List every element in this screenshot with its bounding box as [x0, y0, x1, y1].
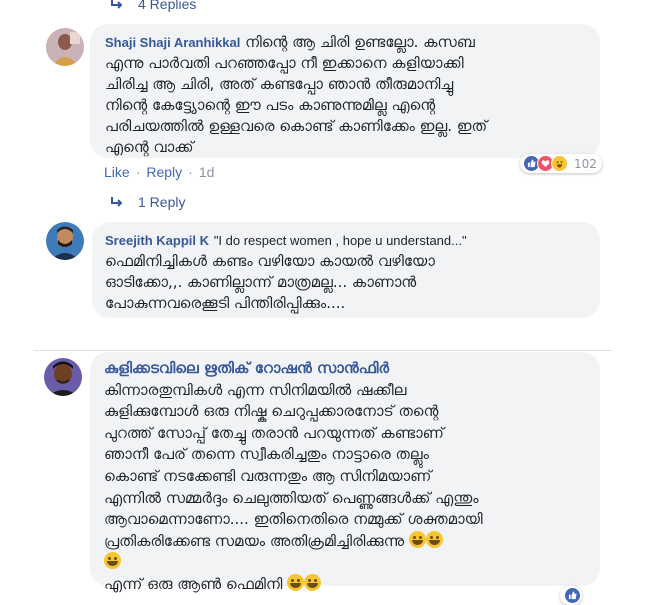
comment-line: പ്രതികരിക്കേണ്ട സമയം അതിക്രമിച്ചിരിക്കുന… [104, 531, 405, 550]
separator: · [188, 164, 193, 180]
comment-line: ചിരിച്ച ആ ചിരി, അത് കണ്ടപ്പോ ഞാൻ തീരുമാന… [105, 75, 454, 93]
comment-line: കിന്നാരതുമ്പികൾ എന്ന സിനിമയിൽ ഷക്കീല [104, 380, 407, 399]
comment-body: Shaji Shaji Aranhikkal നിന്റെ ആ ചിരി ഉണ്… [105, 32, 600, 158]
haha-reaction-icon [551, 155, 568, 172]
comment-timestamp[interactable]: 1d [199, 164, 215, 180]
replies-count-label: 4 Replies [138, 0, 197, 12]
divider [34, 350, 612, 351]
avatar[interactable] [44, 358, 82, 396]
replies-count-label: 1 Reply [138, 194, 186, 210]
comment-line: കുളിക്കുമ്പോൾ ഒരു നിഷ്കു ചെറുപ്പക്കാരനോട… [104, 402, 439, 421]
laughing-emoji-icon [287, 573, 305, 591]
comment-line: പോകുന്നവരെക്കൂടി പിന്തിരിപ്പിക്കും.... [105, 294, 346, 312]
view-replies-link[interactable]: 4 Replies [110, 0, 196, 12]
reaction-count: 102 [574, 156, 597, 171]
comment-author[interactable]: Shaji Shaji Aranhikkal [105, 35, 240, 50]
laughing-emoji-icon [425, 530, 443, 548]
reply-arrow-icon [111, 0, 123, 9]
like-link[interactable]: Like [104, 164, 130, 180]
reply-arrow-icon [111, 197, 123, 207]
avatar[interactable] [46, 222, 84, 260]
comment-line: നിന്റെ കേട്ട്യോന്റെ ഈ പടം കാണുന്നുമില്ല … [105, 96, 436, 114]
separator: · [135, 164, 141, 180]
comment-actions: Like · Reply · 1d [104, 164, 214, 180]
avatar-photo [46, 28, 84, 66]
comment-quote: "I do respect women , hope u understand.… [213, 233, 467, 248]
comment-line: ഓടിക്കോ,,. കാണില്ലാന്ന് മാത്രമല്ല... കാണ… [105, 273, 417, 291]
comment-line: എന്നു പാർവതി പറഞ്ഞപ്പോ നീ ഇക്കാനെ കളിയാക… [105, 54, 464, 72]
comment-line: ഞാനീ പേര് തന്നെ സ്വീകരിച്ചതും നാട്ടാരെ ത… [104, 445, 429, 464]
reaction-summary[interactable]: 102 [520, 154, 602, 173]
view-replies-link[interactable]: 1 Reply [110, 194, 185, 210]
comment-line: എന്റെ വാക്ക് [105, 138, 194, 156]
reply-link[interactable]: Reply [146, 164, 182, 180]
comment-line: നിന്റെ ആ ചിരി ഉണ്ടല്ലോ. കസബ [245, 33, 475, 51]
comment-line: പരിചയത്തിൽ ഉള്ളവരെ കൊണ്ട് കാണിക്കേം ഇല്ല… [105, 117, 488, 135]
laughing-emoji-icon [408, 530, 426, 548]
comment-line: എന്ന് ഒരു ആൺ ഫെമിനി [104, 574, 283, 593]
comment-line: കൊണ്ട് നടക്കേണ്ടി വരുന്നതും ആ സിനിമയാണ് [104, 466, 432, 485]
avatar-photo [46, 222, 84, 260]
comment-line: എന്നിൽ സമ്മർദ്ദം ചെലുത്തിയത് പെണ്ണുങ്ങൾക… [104, 488, 479, 507]
comment-line: ആവാമെന്നാണോ.... ഇതിനെതിരെ നമ്മുക്ക് ശക്ത… [104, 510, 483, 529]
laughing-emoji-icon [104, 552, 121, 570]
comment-author[interactable]: Sreejith Kappil K [105, 233, 209, 248]
avatar-photo [44, 358, 82, 396]
comment-line: ഫെമിനിച്ചികൾ കണ്ടം വഴിയോ കായൽ വഴിയോ [105, 252, 435, 270]
comment-line: പുറത്ത് സോപ്പ് തേച്ചു തരാൻ പറയുന്നത് കണ്… [104, 423, 444, 442]
avatar[interactable] [46, 28, 84, 66]
laughing-emoji-icon [304, 573, 322, 591]
comment-author[interactable]: കുളിക്കടവിലെ ഋതിക് റോഷൻ സാൻഫിർ [104, 359, 389, 377]
comment-body: കുളിക്കടവിലെ ഋതിക് റോഷൻ സാൻഫിർ കിന്നാരതുമ… [104, 358, 596, 596]
comment-body: Sreejith Kappil K "I do respect women , … [105, 230, 595, 314]
